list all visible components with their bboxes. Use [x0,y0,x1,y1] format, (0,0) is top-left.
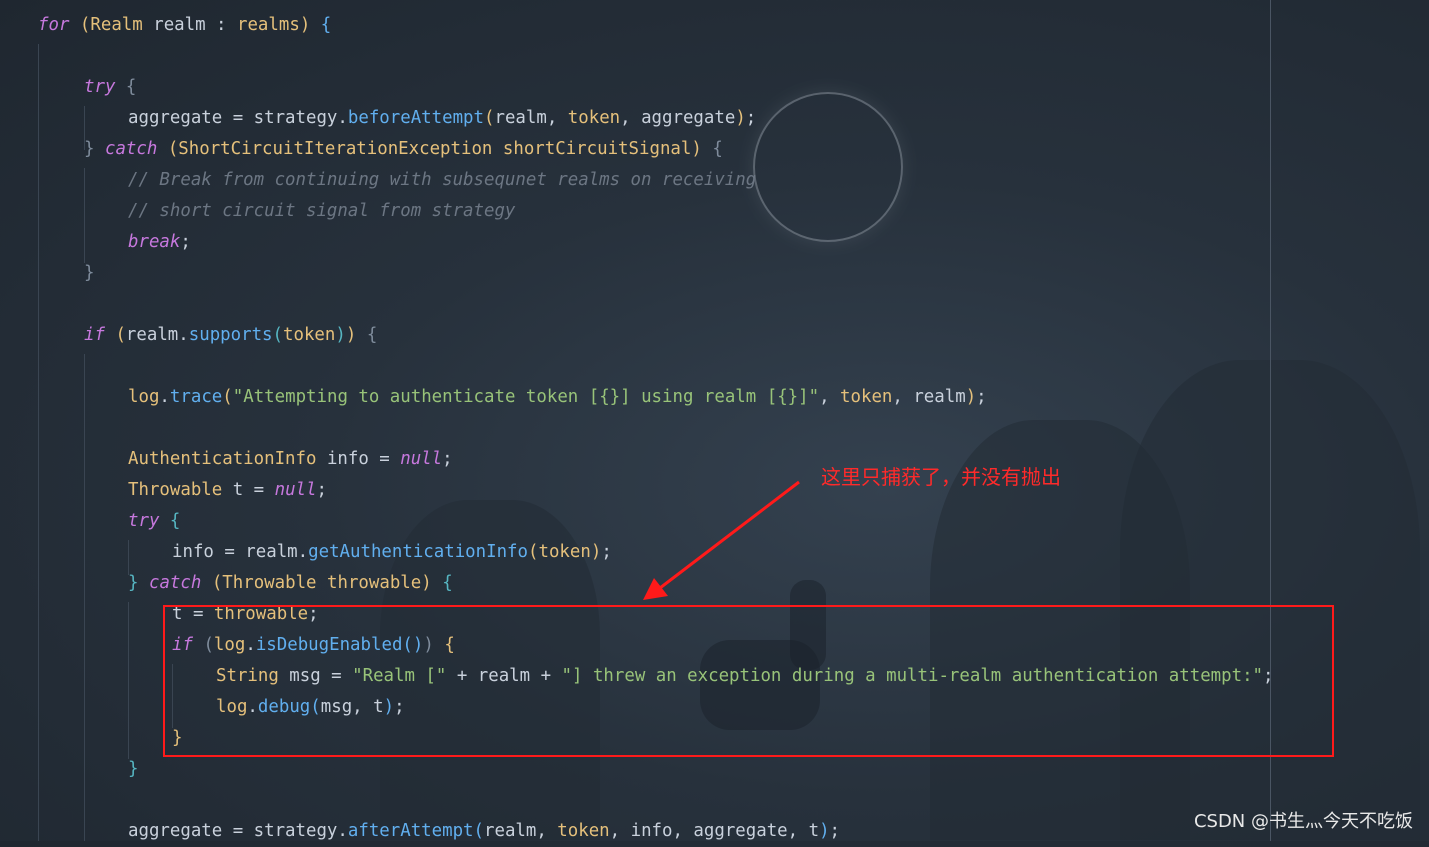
annotation-text: 这里只捕获了，并没有抛出 [821,465,1061,489]
annotation-arrow [643,480,800,600]
watermark: CSDN @书生灬今天不吃饭 [1193,811,1413,832]
code-editor[interactable]: for (Realm realm : realms) {try {aggrega… [0,0,1429,841]
